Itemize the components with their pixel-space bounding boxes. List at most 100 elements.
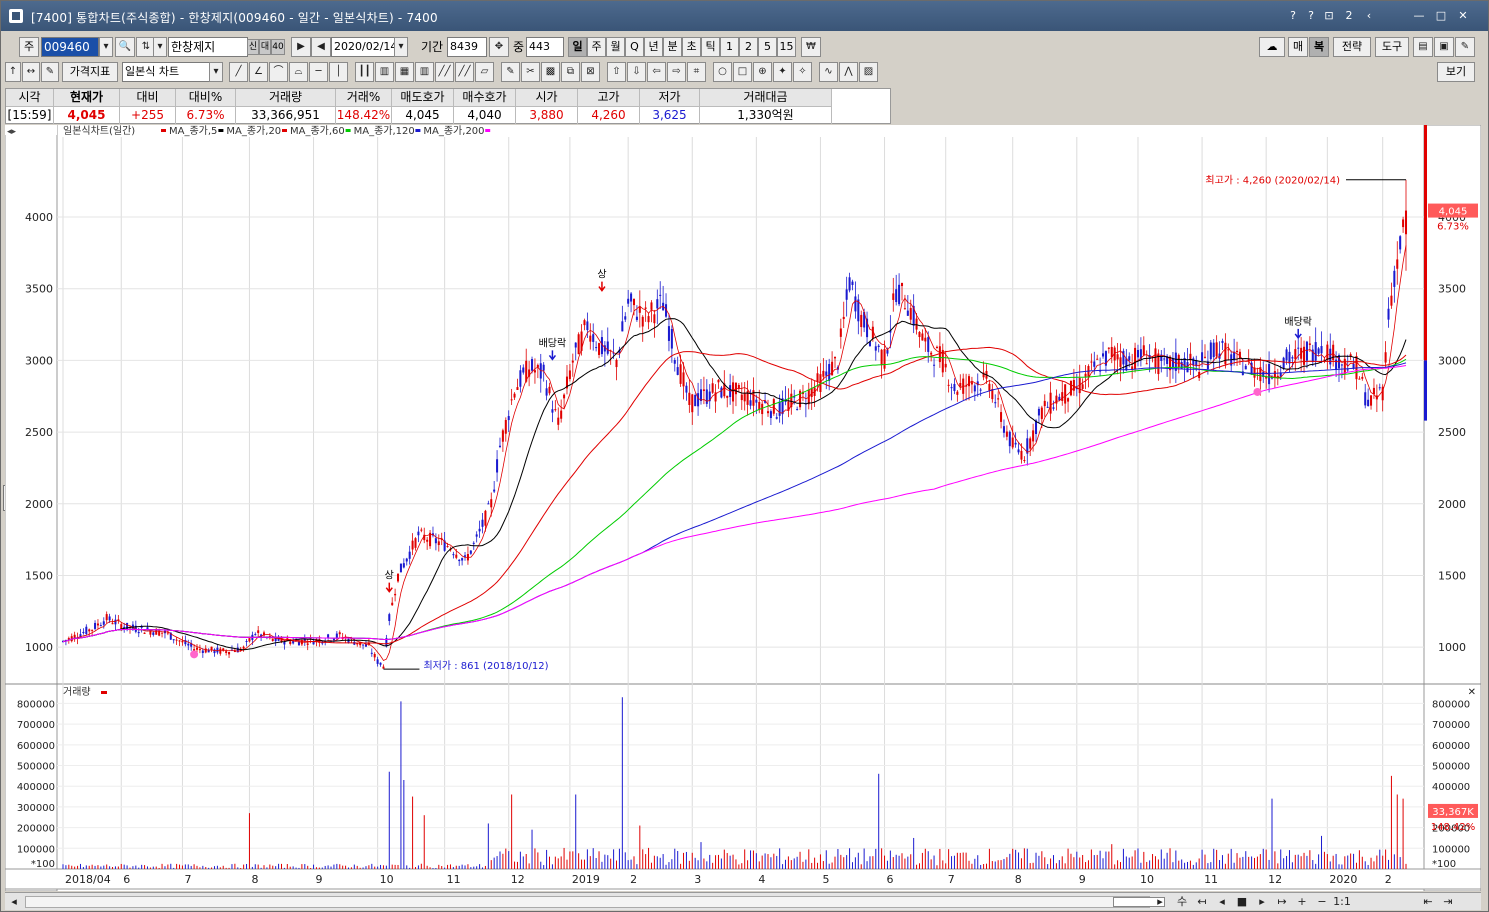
nav-button[interactable]: 수 (1173, 894, 1191, 910)
bars-icon[interactable]: ▥ (415, 62, 434, 82)
nav-button[interactable]: ◂ (1213, 894, 1231, 910)
won-icon[interactable]: ₩ (801, 37, 821, 57)
interval-button[interactable]: 일 (568, 37, 587, 57)
wave-icon[interactable]: ∿ (819, 62, 838, 82)
rect-icon[interactable]: ▱ (475, 62, 494, 82)
cloud-icon[interactable]: ☁ (1259, 37, 1285, 57)
close-button[interactable]: ✕ (1455, 8, 1471, 24)
erase-icon[interactable]: ✂ (521, 62, 540, 82)
interval-button[interactable]: 초 (682, 37, 701, 57)
interval-button[interactable]: 1 (720, 37, 739, 57)
pen-icon[interactable]: ✎ (501, 62, 520, 82)
parallel-icon[interactable]: ╱╱ (455, 62, 474, 82)
count-input[interactable]: 443 (526, 37, 564, 57)
notepad-icon[interactable]: ✎ (41, 62, 59, 82)
info-icon[interactable]: ? (1303, 8, 1319, 24)
pin-icon[interactable]: ‹ (1361, 8, 1377, 24)
marker-dot (1253, 387, 1262, 396)
channel-icon[interactable]: ┃┃ (355, 62, 374, 82)
interval-button[interactable]: 주 (587, 37, 606, 57)
peak-icon[interactable]: ⋀ (839, 62, 858, 82)
zoom-icon[interactable]: ⊕ (753, 62, 772, 82)
chevron-down-icon[interactable]: ▾ (209, 62, 223, 82)
chevron-down-icon[interactable]: ▾ (99, 37, 113, 57)
period-input[interactable]: 8439 (447, 37, 487, 57)
market-mode-button[interactable]: 주 (19, 37, 39, 57)
square-icon[interactable]: □ (733, 62, 752, 82)
candle-body (201, 650, 204, 653)
fib-icon[interactable]: ⌗ (687, 62, 706, 82)
tools-button[interactable]: 도구 (1375, 37, 1409, 57)
folder-icon[interactable]: ▤ (1413, 37, 1433, 57)
interval-button[interactable]: 5 (758, 37, 777, 57)
left-icon[interactable]: ⇦ (647, 62, 666, 82)
line-icon[interactable]: ╱ (229, 62, 248, 82)
table-icon[interactable]: ▦ (395, 62, 414, 82)
indicator-button[interactable]: 가격지표 (62, 62, 118, 82)
buy-sell-button[interactable]: 매 (1288, 37, 1308, 57)
fan-icon[interactable]: ⌓ (289, 62, 308, 82)
nav-button[interactable]: ↦ (1273, 894, 1291, 910)
search-icon[interactable]: 🔍 (115, 37, 135, 57)
chart-type-select[interactable]: 일본식 차트 (122, 62, 210, 82)
x-tick-label: 7 (948, 873, 955, 886)
interval-button[interactable]: 2 (739, 37, 758, 57)
nav-button[interactable]: + (1293, 894, 1311, 910)
right-icon[interactable]: ⇨ (667, 62, 686, 82)
calendar-icon[interactable]: ▾ (394, 37, 408, 57)
nav-button[interactable]: 1:1 (1333, 894, 1351, 910)
arrows-horizontal-icon[interactable]: ↔ (22, 62, 40, 82)
scroll-track[interactable] (25, 896, 1165, 908)
nav-button[interactable]: ■ (1233, 894, 1251, 910)
layout-icon[interactable]: ⊡ (1321, 8, 1337, 24)
scroll-left-icon[interactable]: ◂ (7, 894, 21, 910)
interval-button[interactable]: Q (625, 37, 644, 57)
up-icon[interactable]: ⇧ (607, 62, 626, 82)
star-icon[interactable]: ✧ (793, 62, 812, 82)
nav-button[interactable]: ↤ (1193, 894, 1211, 910)
vline-icon[interactable]: │ (329, 62, 348, 82)
scroll-right-icon[interactable]: ▸ (1153, 894, 1167, 910)
back-icon[interactable]: ◀ (311, 37, 331, 57)
circle-icon[interactable]: ○ (713, 62, 732, 82)
nav-button[interactable]: − (1313, 894, 1331, 910)
date-input[interactable]: 2020/02/14 (331, 37, 397, 57)
nav-button[interactable]: ⇥ (1439, 894, 1457, 910)
candle-body (1393, 270, 1396, 287)
view-button[interactable]: 보기 (1437, 62, 1475, 82)
candle-body (933, 364, 936, 366)
angle-icon[interactable]: ∠ (249, 62, 268, 82)
delete-icon[interactable]: ⊠ (581, 62, 600, 82)
help-icon[interactable]: ? (1285, 8, 1301, 24)
wrench-icon[interactable]: ✎ (1455, 37, 1475, 57)
low-annotation: 최저가 : 861 (2018/10/12) (423, 660, 548, 672)
trend-icon[interactable]: ╱╱ (435, 62, 454, 82)
save-icon[interactable]: ▣ (1434, 37, 1454, 57)
interval-button[interactable]: 월 (606, 37, 625, 57)
down-icon[interactable]: ⇩ (627, 62, 646, 82)
screen-count-icon[interactable]: 2 (1341, 8, 1357, 24)
stock-code-input[interactable]: 009460 (41, 37, 99, 57)
play-icon[interactable]: ▶ (291, 37, 311, 57)
fill-icon[interactable]: ▩ (541, 62, 560, 82)
arc-icon[interactable]: ⌒ (269, 62, 288, 82)
chevron-down-icon[interactable]: ▾ (153, 37, 167, 57)
arrow-up-icon[interactable]: ↑ (5, 62, 21, 82)
nav-button[interactable]: ▸ (1253, 894, 1271, 910)
maximize-button[interactable]: □ (1433, 8, 1449, 24)
image-icon[interactable]: ▨ (859, 62, 878, 82)
minimize-button[interactable]: — (1411, 8, 1427, 24)
strategy-button[interactable]: 전략 (1333, 37, 1371, 57)
grid-icon[interactable]: ▥ (375, 62, 394, 82)
nav-button[interactable]: ⇤ (1419, 894, 1437, 910)
copy-icon[interactable]: ⧉ (561, 62, 580, 82)
magic-icon[interactable]: ✦ (773, 62, 792, 82)
interval-button[interactable]: 분 (663, 37, 682, 57)
interval-button[interactable]: 틱 (701, 37, 720, 57)
hline-icon[interactable]: ─ (309, 62, 328, 82)
compound-button[interactable]: 복 (1309, 37, 1329, 57)
move-icon[interactable]: ✥ (489, 37, 509, 57)
interval-button[interactable]: 년 (644, 37, 663, 57)
interval-button[interactable]: 15 (777, 37, 796, 57)
price-chart[interactable]: ◂▸ 일본식차트(일간) MA_종가,5 MA_종가,20 MA_종가,60 MA_종가,… (5, 125, 1481, 891)
